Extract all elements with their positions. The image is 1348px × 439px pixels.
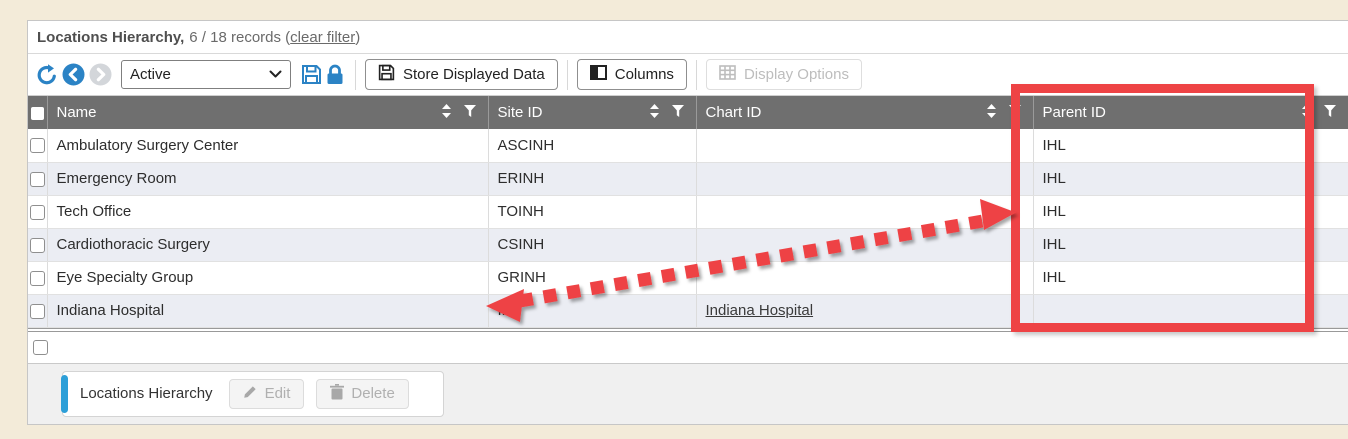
cell-parent-id: IHL: [1033, 129, 1348, 162]
column-header-site-id[interactable]: Site ID: [488, 96, 696, 129]
cell-site-id: CSINH: [488, 228, 696, 261]
cell-name: Eye Specialty Group: [47, 261, 488, 294]
cell-parent-id: IHL: [1033, 228, 1348, 261]
select-all-checkbox[interactable]: [31, 107, 44, 120]
cell-site-id: GRINH: [488, 261, 696, 294]
cell-name: Cardiothoracic Surgery: [47, 228, 488, 261]
selection-label: Locations Hierarchy: [80, 385, 213, 402]
back-icon[interactable]: [62, 63, 85, 86]
chart-id-link[interactable]: Indiana Hospital: [706, 302, 814, 319]
row-checkbox[interactable]: [30, 271, 45, 286]
cell-name: Emergency Room: [47, 162, 488, 195]
toolbar-separator: [567, 60, 568, 90]
save-icon[interactable]: [301, 64, 322, 85]
delete-button[interactable]: Delete: [316, 379, 408, 409]
footer-bar: Locations Hierarchy Edit Delete: [28, 364, 1348, 424]
cell-chart-id: [696, 129, 1033, 162]
cell-chart-id: Indiana Hospital: [696, 294, 1033, 327]
locations-table: Name Site ID Chart I: [28, 96, 1348, 328]
edit-button[interactable]: Edit: [229, 379, 305, 409]
table-header-row: Name Site ID Chart I: [28, 96, 1348, 129]
row-checkbox[interactable]: [30, 138, 45, 153]
table-row: Eye Specialty GroupGRINH IHL: [28, 261, 1348, 294]
cell-chart-id: [696, 162, 1033, 195]
cell-site-id: ERINH: [488, 162, 696, 195]
sort-icon[interactable]: [442, 104, 451, 122]
selection-action-box: Locations Hierarchy Edit Delete: [62, 371, 444, 417]
cell-parent-id: IHL: [1033, 162, 1348, 195]
filter-icon[interactable]: [1009, 104, 1021, 121]
row-checkbox[interactable]: [33, 340, 48, 355]
clear-filter-link[interactable]: clear filter: [290, 29, 355, 46]
table-row: Tech OfficeTOINH IHL: [28, 195, 1348, 228]
table-row: Emergency RoomERINH IHL: [28, 162, 1348, 195]
cell-name: Tech Office: [47, 195, 488, 228]
cell-chart-id: [696, 261, 1033, 294]
view-select[interactable]: Active: [121, 60, 291, 89]
columns-icon: [590, 65, 607, 84]
cell-site-id: TOINH: [488, 195, 696, 228]
toolbar: Active Store Displayed Data: [28, 54, 1348, 96]
filter-icon[interactable]: [464, 104, 476, 121]
pencil-icon: [243, 384, 258, 403]
page-title: Locations Hierarchy,: [37, 29, 184, 46]
cell-chart-id: [696, 228, 1033, 261]
page: Locations Hierarchy, 6 / 18 records (clea…: [0, 0, 1348, 439]
table-body: Ambulatory Surgery CenterASCINHIHLEmerge…: [28, 129, 1348, 327]
new-record-row: [28, 332, 1348, 364]
column-header-parent-id[interactable]: Parent ID: [1033, 96, 1348, 129]
filter-icon[interactable]: [672, 104, 684, 121]
table-row: Indiana HospitalIHLIndiana Hospital: [28, 294, 1348, 327]
sort-icon[interactable]: [650, 104, 659, 122]
forward-icon[interactable]: [89, 63, 112, 86]
table-row: Ambulatory Surgery CenterASCINH IHL: [28, 129, 1348, 162]
cell-parent-id: IHL: [1033, 261, 1348, 294]
cell-parent-id: [1033, 294, 1348, 327]
records-count: 6 / 18 records (: [189, 29, 290, 46]
store-displayed-data-button[interactable]: Store Displayed Data: [365, 59, 558, 90]
locations-hierarchy-panel: Locations Hierarchy, 6 / 18 records (clea…: [27, 20, 1348, 425]
columns-button[interactable]: Columns: [577, 59, 687, 90]
row-checkbox[interactable]: [30, 238, 45, 253]
row-checkbox[interactable]: [30, 172, 45, 187]
display-options-button[interactable]: Display Options: [706, 59, 862, 90]
cell-name: Ambulatory Surgery Center: [47, 129, 488, 162]
cell-chart-id: [696, 195, 1033, 228]
row-checkbox[interactable]: [30, 205, 45, 220]
column-header-name[interactable]: Name: [47, 96, 488, 129]
column-header-chart-id[interactable]: Chart ID: [696, 96, 1033, 129]
title-bar: Locations Hierarchy, 6 / 18 records (clea…: [28, 21, 1348, 54]
table-row: Cardiothoracic SurgeryCSINH IHL: [28, 228, 1348, 261]
view-select-value: Active: [130, 66, 171, 83]
row-checkbox[interactable]: [30, 304, 45, 319]
cell-site-id: ASCINH: [488, 129, 696, 162]
table-grid-icon: [719, 65, 736, 84]
refresh-icon[interactable]: [36, 64, 58, 86]
cell-name: Indiana Hospital: [47, 294, 488, 327]
filter-icon[interactable]: [1324, 104, 1336, 121]
cell-site-id: IHL: [488, 294, 696, 327]
trash-icon: [330, 384, 344, 404]
toolbar-separator: [696, 60, 697, 90]
toolbar-separator: [355, 60, 356, 90]
lock-icon[interactable]: [326, 64, 344, 85]
cell-parent-id: IHL: [1033, 195, 1348, 228]
records-count-suffix: ): [355, 29, 360, 46]
sort-icon[interactable]: [1302, 104, 1311, 122]
save-icon: [378, 64, 395, 85]
sort-icon[interactable]: [987, 104, 996, 122]
chevron-down-icon: [269, 66, 282, 83]
